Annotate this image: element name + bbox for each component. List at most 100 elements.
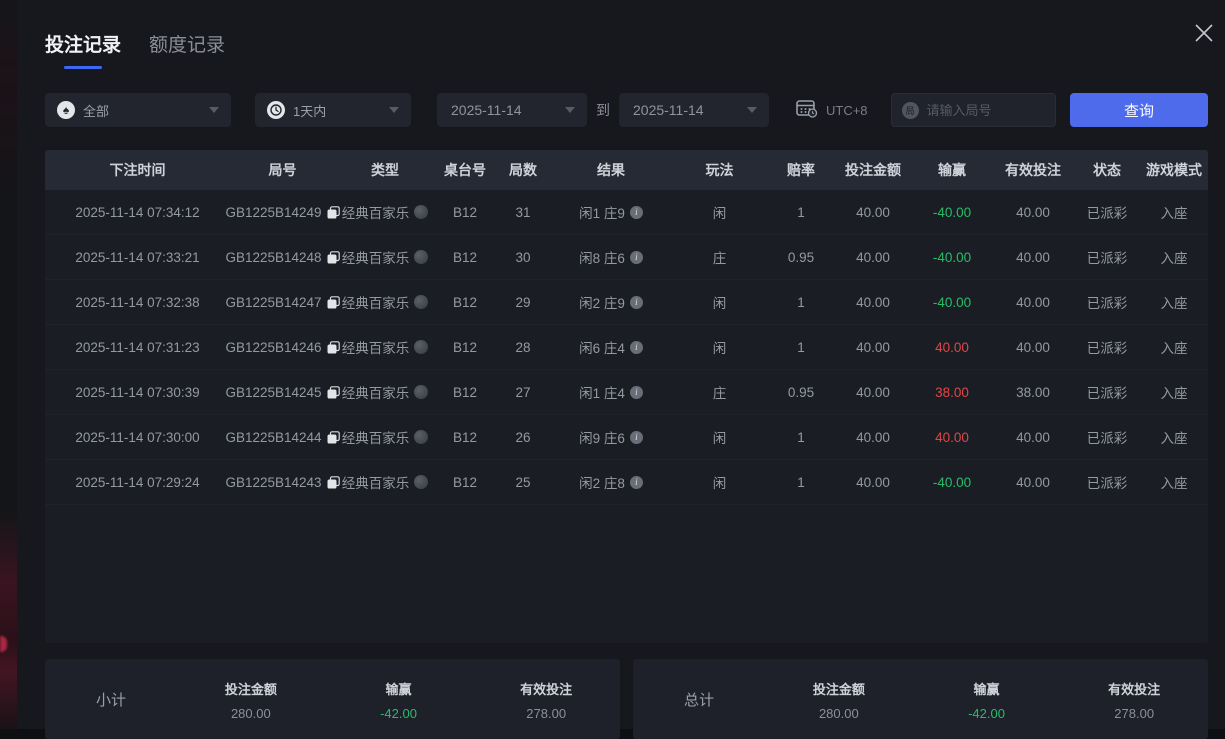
play-type-cell: 闲 bbox=[712, 476, 727, 491]
summary-bar: 小计 投注金额 280.00 输赢 -42.00 有效投注 278.00 总计 … bbox=[45, 659, 1208, 739]
subtotal-valid-bet: 有效投注 278.00 bbox=[520, 682, 573, 721]
game-type-cell: 经典百家乐 bbox=[335, 382, 435, 402]
win-loss-cell: -40.00 bbox=[932, 249, 972, 265]
column-header: 玩法 bbox=[705, 162, 734, 178]
tab-bet-records-label: 投注记录 bbox=[45, 35, 122, 56]
column-header: 结果 bbox=[597, 162, 625, 178]
bet-time-cell: 2025-11-14 07:31:23 bbox=[75, 339, 200, 355]
calendar-clock-icon bbox=[796, 99, 818, 121]
win-loss-cell: 40.00 bbox=[935, 339, 969, 355]
info-icon[interactable]: i bbox=[629, 205, 643, 219]
underlying-red-accent bbox=[0, 636, 7, 652]
info-icon[interactable]: i bbox=[629, 385, 643, 399]
info-icon[interactable]: i bbox=[629, 250, 643, 264]
table-no-cell: B12 bbox=[452, 294, 478, 310]
odds-cell: 0.95 bbox=[787, 384, 815, 400]
game-type-cell: 经典百家乐 bbox=[335, 427, 435, 447]
game-type-cell: 经典百家乐 bbox=[335, 247, 435, 267]
result-cell: 闲2 庄9 i bbox=[551, 292, 671, 312]
info-icon[interactable]: i bbox=[629, 295, 643, 309]
status-cell: 已派彩 bbox=[1086, 341, 1128, 356]
filter-bar: ♠ 全部 1天内 2025-11-14 到 2025-11-14 UTC+8 局… bbox=[45, 93, 1208, 127]
status-cell: 已派彩 bbox=[1086, 206, 1128, 221]
result-cell: 闲1 庄9 i bbox=[551, 202, 671, 222]
active-tab-underline bbox=[64, 66, 102, 69]
time-range-dropdown[interactable]: 1天内 bbox=[255, 93, 411, 127]
chevron-down-icon bbox=[209, 107, 219, 113]
round-id-search: 局 bbox=[890, 93, 1056, 127]
table-no-cell: B12 bbox=[452, 429, 478, 445]
round-number-cell: 28 bbox=[515, 339, 531, 355]
chevron-down-icon bbox=[747, 107, 757, 113]
subtotal-bet-amount: 投注金额 280.00 bbox=[224, 682, 277, 721]
total-panel: 总计 投注金额 280.00 输赢 -42.00 有效投注 278.00 bbox=[633, 659, 1208, 739]
chevron-down-icon bbox=[389, 107, 399, 113]
valid-bet-cell: 40.00 bbox=[1016, 249, 1050, 265]
odds-cell: 1 bbox=[797, 429, 805, 445]
bet-amount-cell: 40.00 bbox=[856, 249, 890, 265]
subtotal-panel: 小计 投注金额 280.00 输赢 -42.00 有效投注 278.00 bbox=[45, 659, 620, 739]
game-logo-icon bbox=[414, 385, 429, 399]
column-header: 桌台号 bbox=[444, 162, 486, 178]
tab-quota-records-label: 额度记录 bbox=[149, 35, 226, 56]
search-button[interactable]: 查询 bbox=[1070, 93, 1208, 127]
table-row: 2025-11-14 07:32:38 GB1225B14247 经典百家乐 B12 2… bbox=[45, 280, 1208, 325]
table-no-cell: B12 bbox=[452, 474, 478, 490]
status-cell: 已派彩 bbox=[1086, 386, 1128, 401]
column-header: 赔率 bbox=[787, 162, 815, 178]
info-icon[interactable]: i bbox=[629, 340, 643, 354]
odds-cell: 1 bbox=[797, 204, 805, 220]
table-row: 2025-11-14 07:29:24 GB1225B14243 经典百家乐 B12 2… bbox=[45, 460, 1208, 505]
bet-records-dialog: 投注记录 额度记录 ♠ 全部 1天内 2025-11-14 到 2025-11-… bbox=[17, 0, 1225, 739]
valid-bet-cell: 40.00 bbox=[1016, 474, 1050, 490]
bet-time-cell: 2025-11-14 07:30:00 bbox=[75, 429, 200, 445]
table-no-cell: B12 bbox=[452, 204, 478, 220]
win-loss-cell: -40.00 bbox=[932, 294, 972, 310]
round-number-cell: 31 bbox=[515, 204, 531, 220]
round-id-cell: GB1225B14246 bbox=[225, 340, 340, 355]
timezone-display: UTC+8 bbox=[796, 99, 868, 121]
game-mode-cell: 入座 bbox=[1160, 206, 1188, 221]
play-type-cell: 闲 bbox=[712, 296, 727, 311]
play-type-cell: 庄 bbox=[712, 386, 727, 401]
column-header: 状态 bbox=[1093, 162, 1121, 178]
win-loss-cell: 38.00 bbox=[935, 384, 969, 400]
status-cell: 已派彩 bbox=[1086, 296, 1128, 311]
column-header: 有效投注 bbox=[1005, 162, 1061, 178]
date-from-picker[interactable]: 2025-11-14 bbox=[437, 93, 587, 127]
total-valid-bet: 有效投注 278.00 bbox=[1108, 682, 1161, 721]
info-icon[interactable]: i bbox=[629, 430, 643, 444]
bet-time-cell: 2025-11-14 07:33:21 bbox=[75, 249, 200, 265]
tab-bet-records[interactable]: 投注记录 bbox=[45, 30, 121, 69]
status-cell: 已派彩 bbox=[1086, 476, 1128, 491]
result-cell: 闲6 庄4 i bbox=[551, 337, 671, 357]
round-number-cell: 25 bbox=[515, 474, 531, 490]
game-type-dropdown[interactable]: ♠ 全部 bbox=[45, 93, 231, 127]
date-to-picker[interactable]: 2025-11-14 bbox=[619, 93, 769, 127]
subtotal-win-loss: 输赢 -42.00 bbox=[380, 682, 417, 721]
column-header: 下注时间 bbox=[109, 162, 166, 178]
round-id-cell: GB1225B14248 bbox=[225, 250, 340, 265]
result-cell: 闲9 庄6 i bbox=[551, 427, 671, 447]
column-header: 游戏模式 bbox=[1146, 162, 1202, 178]
column-header: 类型 bbox=[371, 162, 399, 178]
game-logo-icon bbox=[414, 430, 429, 444]
round-id-input[interactable] bbox=[926, 102, 1047, 118]
game-logo-icon bbox=[414, 340, 429, 354]
round-id-cell: GB1225B14245 bbox=[225, 385, 340, 400]
column-header: 局数 bbox=[509, 162, 537, 178]
bet-amount-cell: 40.00 bbox=[856, 384, 890, 400]
round-number-cell: 27 bbox=[515, 384, 531, 400]
bet-time-cell: 2025-11-14 07:30:39 bbox=[75, 384, 200, 400]
tab-quota-records[interactable]: 额度记录 bbox=[149, 30, 225, 69]
total-label: 总计 bbox=[683, 692, 714, 709]
win-loss-cell: -40.00 bbox=[932, 204, 972, 220]
tab-bar: 投注记录 额度记录 bbox=[45, 0, 1208, 69]
info-icon[interactable]: i bbox=[629, 475, 643, 489]
underlying-page-strip bbox=[0, 0, 17, 729]
valid-bet-cell: 40.00 bbox=[1016, 339, 1050, 355]
column-header: 输赢 bbox=[938, 162, 966, 178]
play-type-cell: 庄 bbox=[712, 251, 727, 266]
bet-time-cell: 2025-11-14 07:32:38 bbox=[75, 294, 200, 310]
game-type-cell: 经典百家乐 bbox=[335, 202, 435, 222]
